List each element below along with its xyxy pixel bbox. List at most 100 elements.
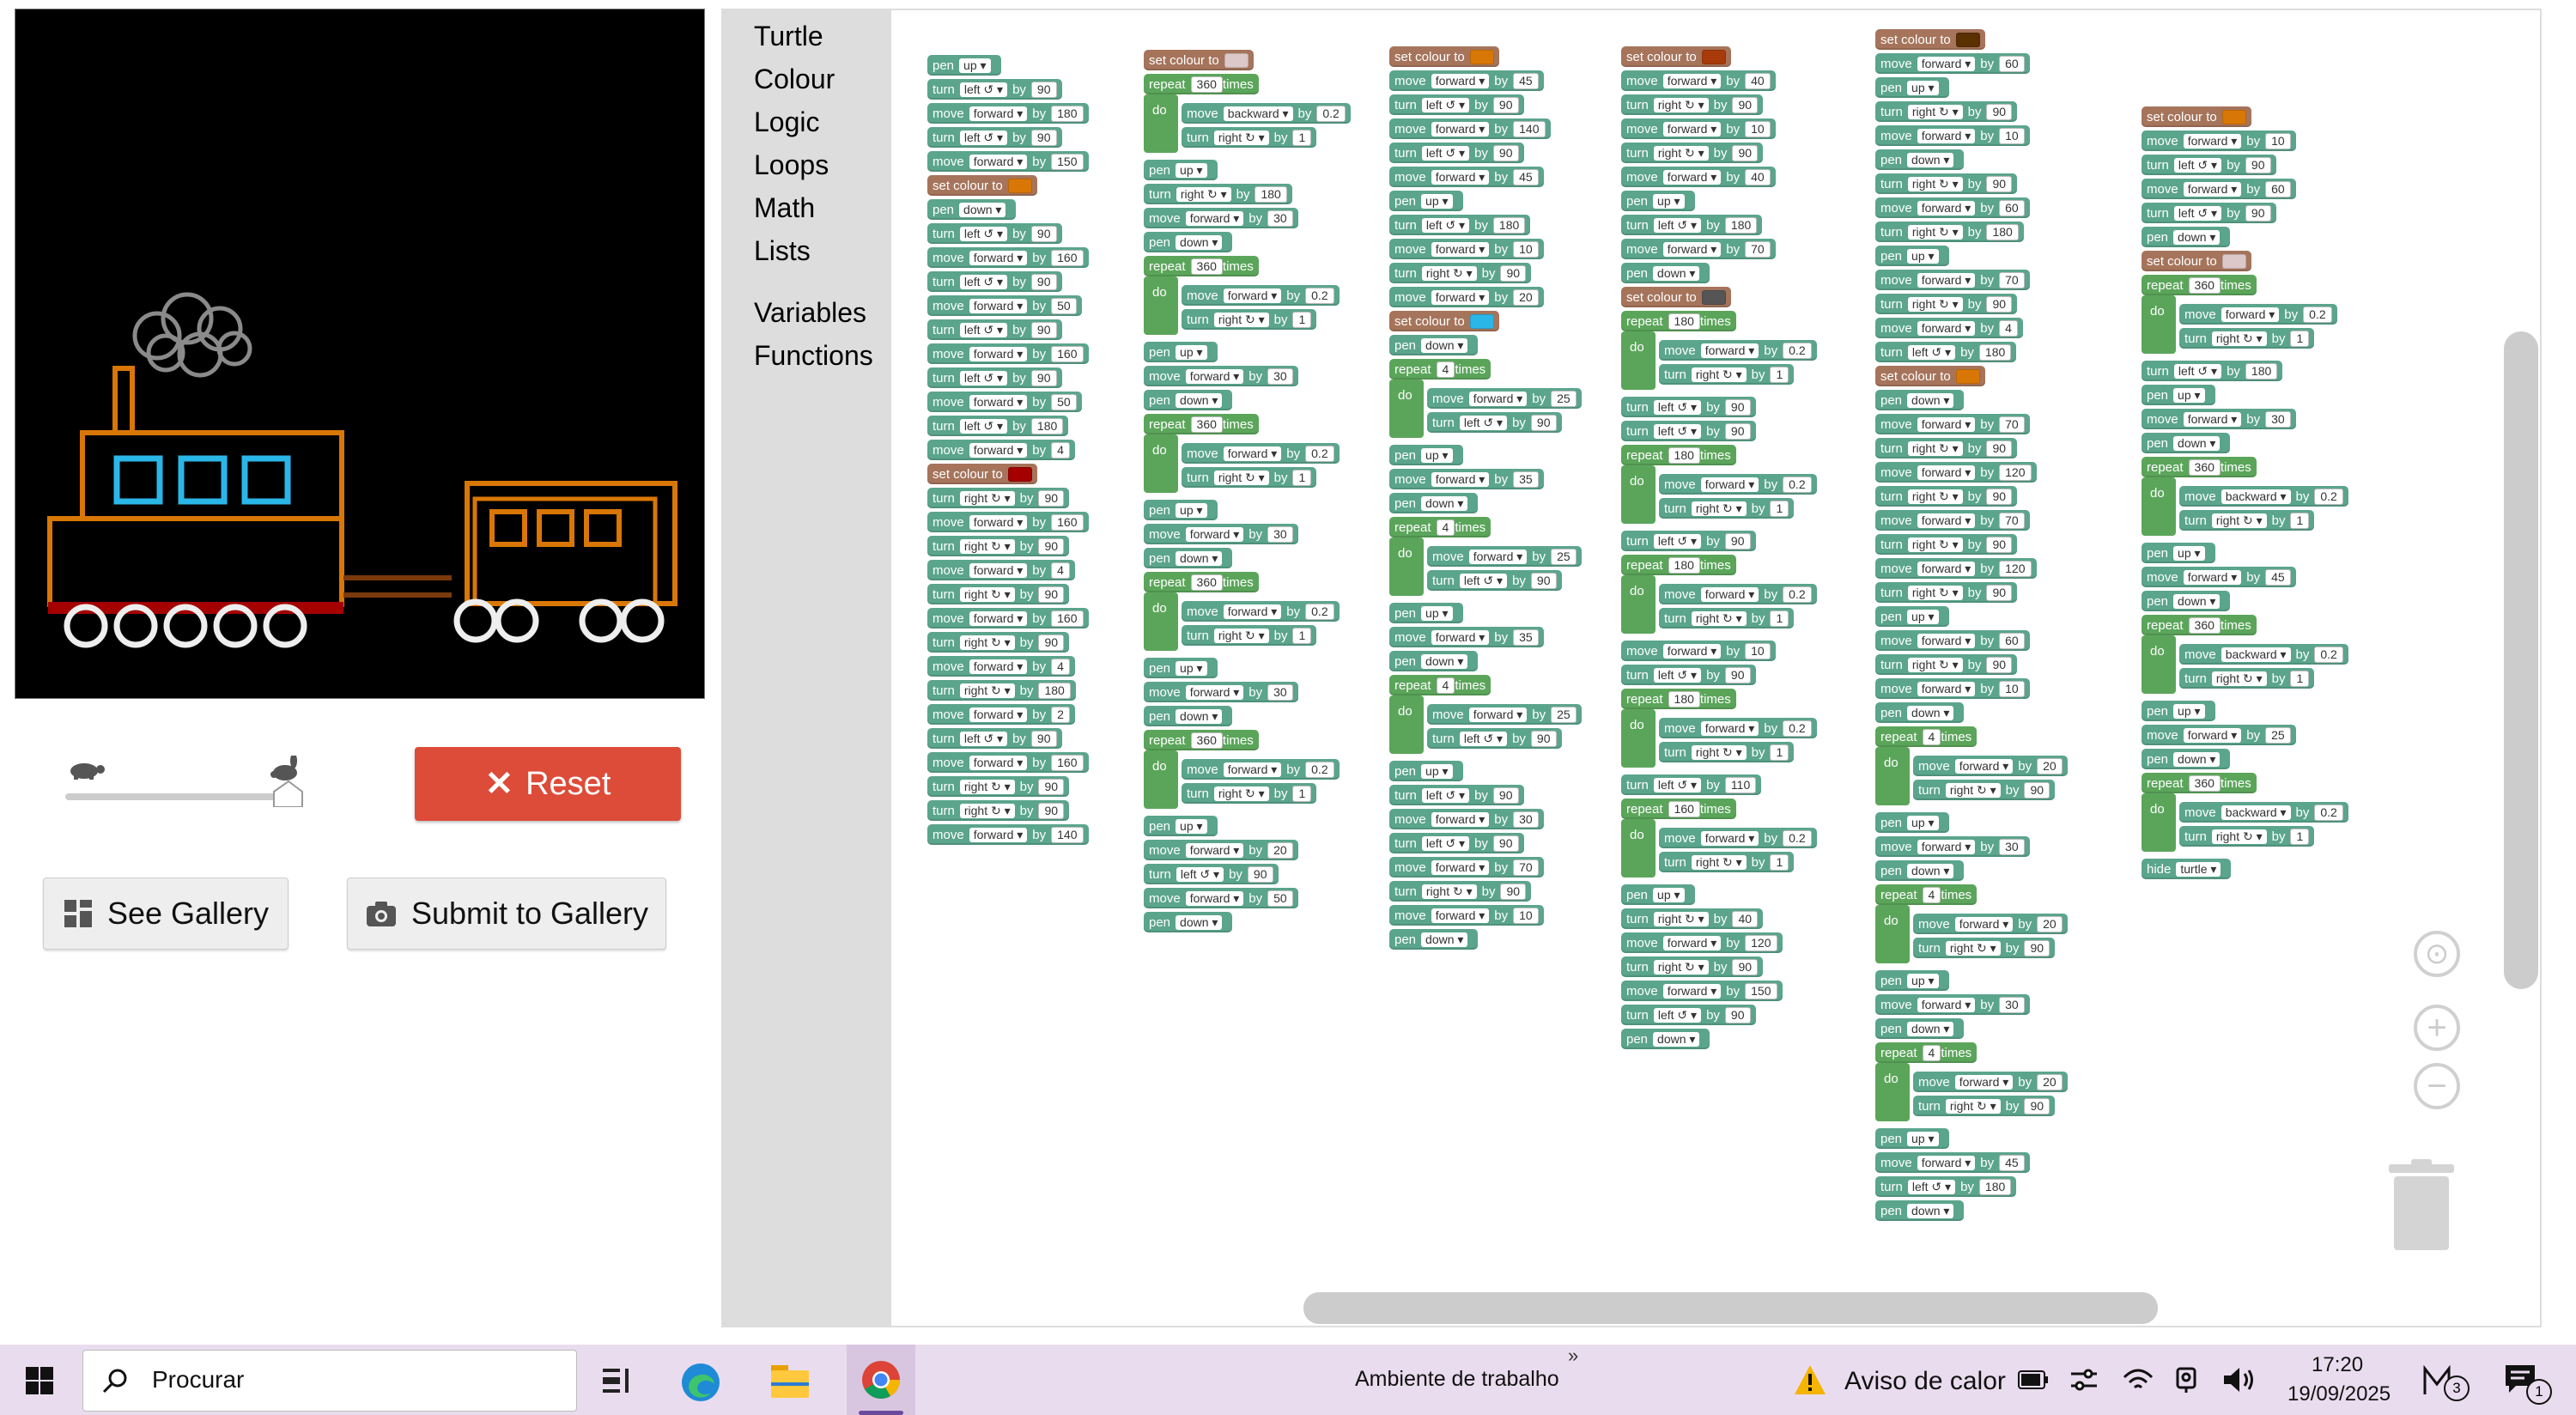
pen-block[interactable]: pen down ▾ (2142, 591, 2231, 611)
move-direction-dropdown[interactable]: forward ▾ (969, 610, 1028, 626)
turn-block[interactable]: turn left ↺ ▾ by 90 (1621, 421, 1756, 441)
turn-angle-input[interactable]: 1 (1770, 610, 1789, 627)
turn-direction-dropdown[interactable]: right ↻ ▾ (959, 538, 1015, 554)
turn-direction-dropdown[interactable]: right ↻ ▾ (1213, 312, 1269, 327)
turn-angle-input[interactable]: 90 (2024, 1097, 2050, 1114)
repeat-block[interactable]: repeat 180 times (1621, 555, 1736, 575)
move-distance-input[interactable]: 150 (1051, 153, 1084, 170)
turn-angle-input[interactable]: 90 (1986, 440, 2013, 457)
repeat-count-input[interactable]: 4 (1922, 1044, 1941, 1061)
move-direction-dropdown[interactable]: forward ▾ (1185, 210, 1244, 226)
turn-angle-input[interactable]: 1 (1292, 785, 1312, 802)
turn-direction-dropdown[interactable]: left ↺ ▾ (1459, 415, 1508, 430)
turn-block[interactable]: turn left ↺ ▾ by 90 (927, 319, 1062, 340)
move-block[interactable]: move forward ▾ by 30 (1389, 809, 1544, 829)
turn-block[interactable]: turn left ↺ ▾ by 180 (2142, 361, 2283, 381)
colour-swatch[interactable] (1469, 49, 1494, 64)
pen-block[interactable]: pen up ▾ (1389, 761, 1463, 781)
turn-block[interactable]: turn right ↻ ▾ by 90 (1621, 956, 1764, 977)
turn-direction-dropdown[interactable]: left ↺ ▾ (959, 322, 1008, 337)
move-block[interactable]: move forward ▾ by 45 (1875, 1152, 2030, 1173)
move-direction-dropdown[interactable]: forward ▾ (1431, 169, 1490, 185)
repeat-count-input[interactable]: 4 (1922, 728, 1941, 745)
pen-state-dropdown[interactable]: up ▾ (1421, 605, 1453, 621)
pen-block[interactable]: pen up ▾ (1621, 884, 1695, 905)
turn-direction-dropdown[interactable]: right ↻ ▾ (2211, 829, 2267, 844)
see-gallery-button[interactable]: See Gallery (43, 878, 289, 950)
move-direction-dropdown[interactable]: forward ▾ (1662, 241, 1722, 257)
move-direction-dropdown[interactable]: forward ▾ (1662, 169, 1722, 185)
move-direction-dropdown[interactable]: forward ▾ (1185, 368, 1244, 384)
turn-angle-input[interactable]: 180 (1724, 216, 1758, 234)
move-block[interactable]: move forward ▾ by 45 (2142, 567, 2296, 587)
move-block[interactable]: move forward ▾ by 60 (1875, 53, 2030, 74)
colour-swatch[interactable] (2221, 253, 2246, 269)
repeat-block[interactable]: repeat 4 times (1875, 884, 1978, 905)
move-direction-dropdown[interactable]: forward ▾ (1917, 56, 1976, 71)
move-distance-input[interactable]: 10 (1999, 680, 2025, 697)
pen-state-dropdown[interactable]: down ▾ (1907, 705, 1954, 720)
pen-state-dropdown[interactable]: down ▾ (1421, 337, 1468, 353)
move-block[interactable]: move forward ▾ by 120 (1621, 932, 1783, 953)
move-direction-dropdown[interactable]: forward ▾ (1700, 830, 1759, 846)
turn-direction-dropdown[interactable]: right ↻ ▾ (1213, 470, 1269, 485)
turn-block[interactable]: turn left ↺ ▾ by 90 (927, 79, 1062, 100)
pen-block[interactable]: pen down ▾ (1621, 1029, 1710, 1049)
move-block[interactable]: move forward ▾ by 10 (1621, 118, 1776, 139)
pen-state-dropdown[interactable]: up ▾ (2173, 703, 2205, 719)
pen-state-dropdown[interactable]: up ▾ (1176, 162, 1207, 178)
turn-direction-dropdown[interactable]: left ↺ ▾ (1653, 667, 1702, 683)
repeat-block[interactable]: repeat 4 times (1389, 359, 1492, 380)
set-colour-block[interactable]: set colour to (2142, 251, 2251, 271)
move-direction-dropdown[interactable]: forward ▾ (1700, 343, 1759, 358)
turn-direction-dropdown[interactable]: left ↺ ▾ (2173, 157, 2222, 173)
move-direction-dropdown[interactable]: forward ▾ (969, 659, 1028, 674)
turn-direction-dropdown[interactable]: right ↻ ▾ (1213, 628, 1269, 643)
turn-block[interactable]: turn left ↺ ▾ by 180 (1389, 215, 1531, 235)
repeat-block[interactable]: repeat 180 times (1621, 689, 1736, 709)
turn-angle-input[interactable]: 1 (1770, 744, 1789, 761)
turn-direction-dropdown[interactable]: right ↻ ▾ (1907, 657, 1963, 672)
turn-block[interactable]: turn right ↻ ▾ by 90 (1875, 534, 2018, 555)
move-distance-input[interactable]: 0.2 (1783, 720, 1812, 737)
move-distance-input[interactable]: 30 (1513, 811, 1539, 828)
pen-state-dropdown[interactable]: up ▾ (1907, 1131, 1939, 1146)
turn-angle-input[interactable]: 90 (1530, 414, 1557, 431)
turn-block[interactable]: turn right ↻ ▾ by 1 (2179, 328, 2315, 349)
repeat-block[interactable]: repeat 360 times (2142, 773, 2257, 793)
move-direction-dropdown[interactable]: forward ▾ (1185, 526, 1244, 542)
turn-block[interactable]: turn left ↺ ▾ by 90 (1621, 1005, 1756, 1025)
pen-state-dropdown[interactable]: down ▾ (1907, 863, 1954, 878)
move-block[interactable]: move forward ▾ by 35 (1389, 469, 1544, 489)
pen-state-dropdown[interactable]: down ▾ (1907, 152, 1954, 167)
pen-block[interactable]: pen down ▾ (1144, 706, 1233, 726)
move-block[interactable]: move forward ▾ by 160 (927, 512, 1089, 532)
move-direction-dropdown[interactable]: forward ▾ (969, 298, 1028, 313)
turn-direction-dropdown[interactable]: right ↻ ▾ (1176, 186, 1231, 202)
repeat-block[interactable]: repeat 4 times (1389, 675, 1492, 695)
move-distance-input[interactable]: 10 (1745, 642, 1771, 659)
turn-angle-input[interactable]: 180 (1986, 223, 2019, 240)
move-block[interactable]: move forward ▾ by 10 (2142, 131, 2296, 151)
move-block[interactable]: move forward ▾ by 10 (1875, 678, 2030, 699)
repeat-count-input[interactable]: 180 (1668, 556, 1700, 574)
move-distance-input[interactable]: 40 (1745, 168, 1771, 185)
move-direction-dropdown[interactable]: forward ▾ (1954, 758, 2014, 774)
move-distance-input[interactable]: 4 (1051, 562, 1070, 579)
move-distance-input[interactable]: 20 (1513, 288, 1539, 306)
move-direction-dropdown[interactable]: backward ▾ (2221, 805, 2291, 820)
colour-swatch[interactable] (1701, 289, 1726, 305)
turn-direction-dropdown[interactable]: right ↻ ▾ (1907, 104, 1963, 119)
repeat-block[interactable]: repeat 360 times (1144, 572, 1259, 592)
move-distance-input[interactable]: 0.2 (1305, 445, 1334, 462)
volume-icon[interactable] (2222, 1365, 2257, 1394)
move-direction-dropdown[interactable]: forward ▾ (1917, 633, 1976, 648)
turn-block[interactable]: turn right ↻ ▾ by 180 (1875, 222, 2024, 242)
turn-angle-input[interactable]: 110 (1724, 776, 1757, 793)
submit-gallery-button[interactable]: Submit to Gallery (347, 878, 666, 950)
turn-direction-dropdown[interactable]: right ↻ ▾ (1907, 440, 1963, 456)
pen-state-dropdown[interactable]: up ▾ (1176, 502, 1207, 518)
turn-block[interactable]: turn left ↺ ▾ by 110 (1621, 774, 1762, 795)
move-distance-input[interactable]: 10 (1513, 907, 1539, 924)
move-distance-input[interactable]: 140 (1051, 826, 1084, 843)
